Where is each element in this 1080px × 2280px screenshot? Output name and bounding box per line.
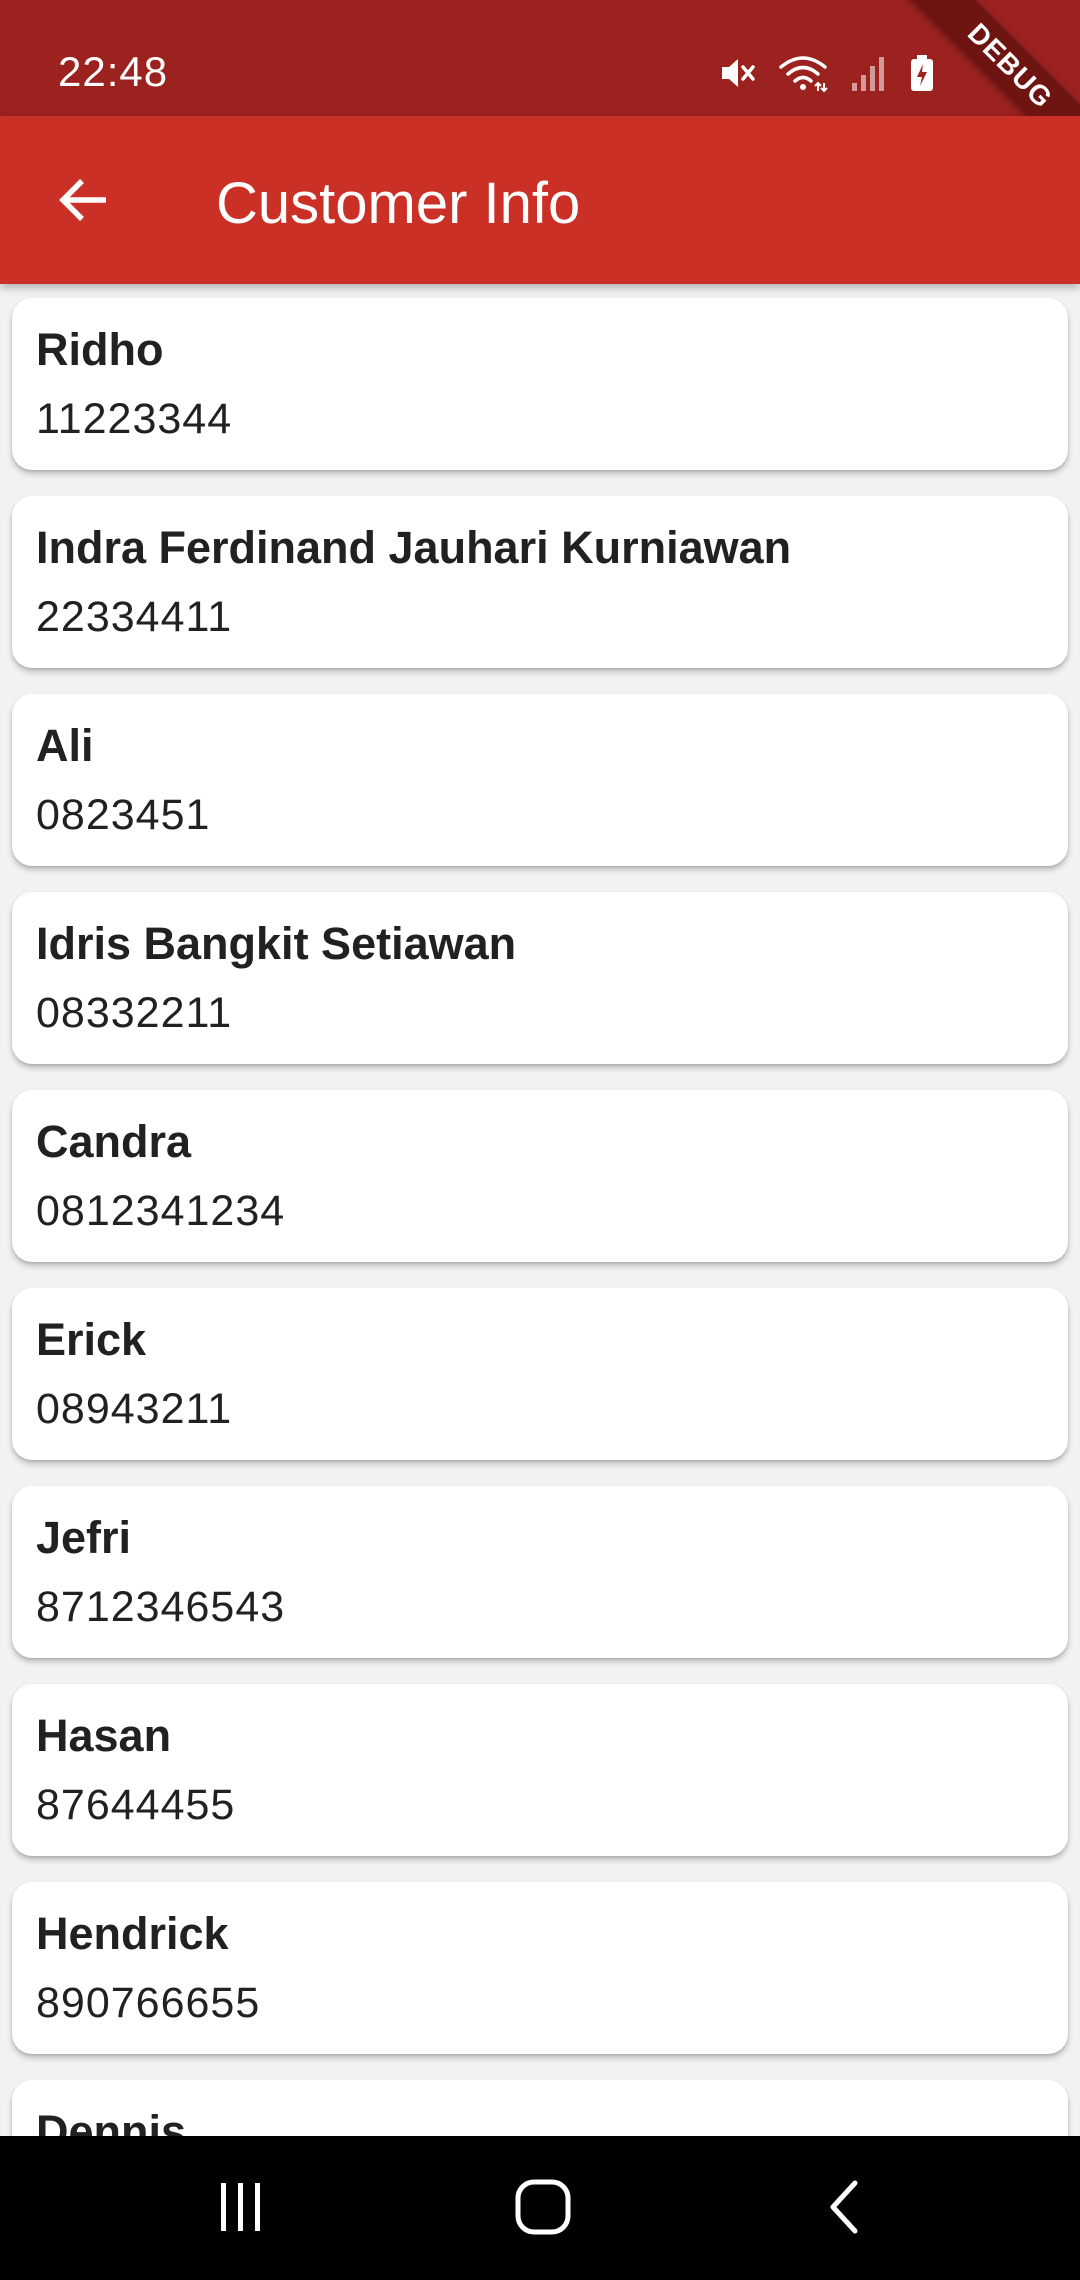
customer-card[interactable]: Ali 0823451 <box>12 694 1068 866</box>
home-button[interactable] <box>488 2162 598 2252</box>
home-icon <box>515 2179 571 2235</box>
customer-number: 0812341234 <box>36 1187 286 1235</box>
customer-card[interactable]: Erick 08943211 <box>12 1288 1068 1460</box>
nav-back-button[interactable] <box>790 2162 900 2252</box>
customer-name: Ali <box>36 720 94 771</box>
customer-name: Hasan <box>36 1710 172 1761</box>
status-bar: 22:48 <box>0 0 1080 116</box>
customer-name: Erick <box>36 1314 147 1365</box>
customer-name: Jefri <box>36 1512 132 1563</box>
status-time: 22:48 <box>58 48 169 95</box>
customer-card[interactable]: Dennis <box>12 2080 1068 2136</box>
customer-name: Candra <box>36 1116 192 1167</box>
signal-icon <box>850 53 886 93</box>
customer-number: 11223344 <box>36 395 233 443</box>
customer-card[interactable]: Indra Ferdinand Jauhari Kurniawan 223344… <box>12 496 1068 668</box>
page-title: Customer Info <box>216 171 581 236</box>
customer-card[interactable]: Hasan 87644455 <box>12 1684 1068 1856</box>
mute-icon <box>716 53 756 93</box>
customer-number: 0823451 <box>36 791 211 839</box>
recents-icon <box>221 2183 260 2231</box>
back-button[interactable] <box>42 158 126 242</box>
customer-number: 08943211 <box>36 1385 233 1433</box>
navigation-bar <box>0 2136 1080 2280</box>
arrow-back-icon <box>59 179 106 221</box>
customer-name: Indra Ferdinand Jauhari Kurniawan <box>36 522 792 573</box>
recents-button[interactable] <box>186 2162 296 2252</box>
customer-list[interactable]: Ridho 11223344 Indra Ferdinand Jauhari K… <box>0 284 1080 2136</box>
customer-card[interactable]: Hendrick 890766655 <box>12 1882 1068 2054</box>
customer-number: 08332211 <box>36 989 233 1037</box>
customer-number: 890766655 <box>36 1979 261 2027</box>
customer-number: 8712346543 <box>36 1583 286 1631</box>
customer-card[interactable]: Candra 0812341234 <box>12 1090 1068 1262</box>
status-icons <box>716 48 936 98</box>
customer-card[interactable]: Ridho 11223344 <box>12 298 1068 470</box>
battery-icon <box>908 53 936 93</box>
customer-name: Dennis <box>36 2106 187 2136</box>
customer-name: Idris Bangkit Setiawan <box>36 918 517 969</box>
customer-card[interactable]: Jefri 8712346543 <box>12 1486 1068 1658</box>
customer-number: 87644455 <box>36 1781 236 1829</box>
customer-name: Ridho <box>36 324 164 375</box>
customer-number: 22334411 <box>36 593 233 641</box>
app-bar: Customer Info <box>0 116 1080 284</box>
wifi-icon <box>778 53 828 93</box>
customer-name: Hendrick <box>36 1908 229 1959</box>
customer-card[interactable]: Idris Bangkit Setiawan 08332211 <box>12 892 1068 1064</box>
back-icon <box>830 2180 858 2234</box>
